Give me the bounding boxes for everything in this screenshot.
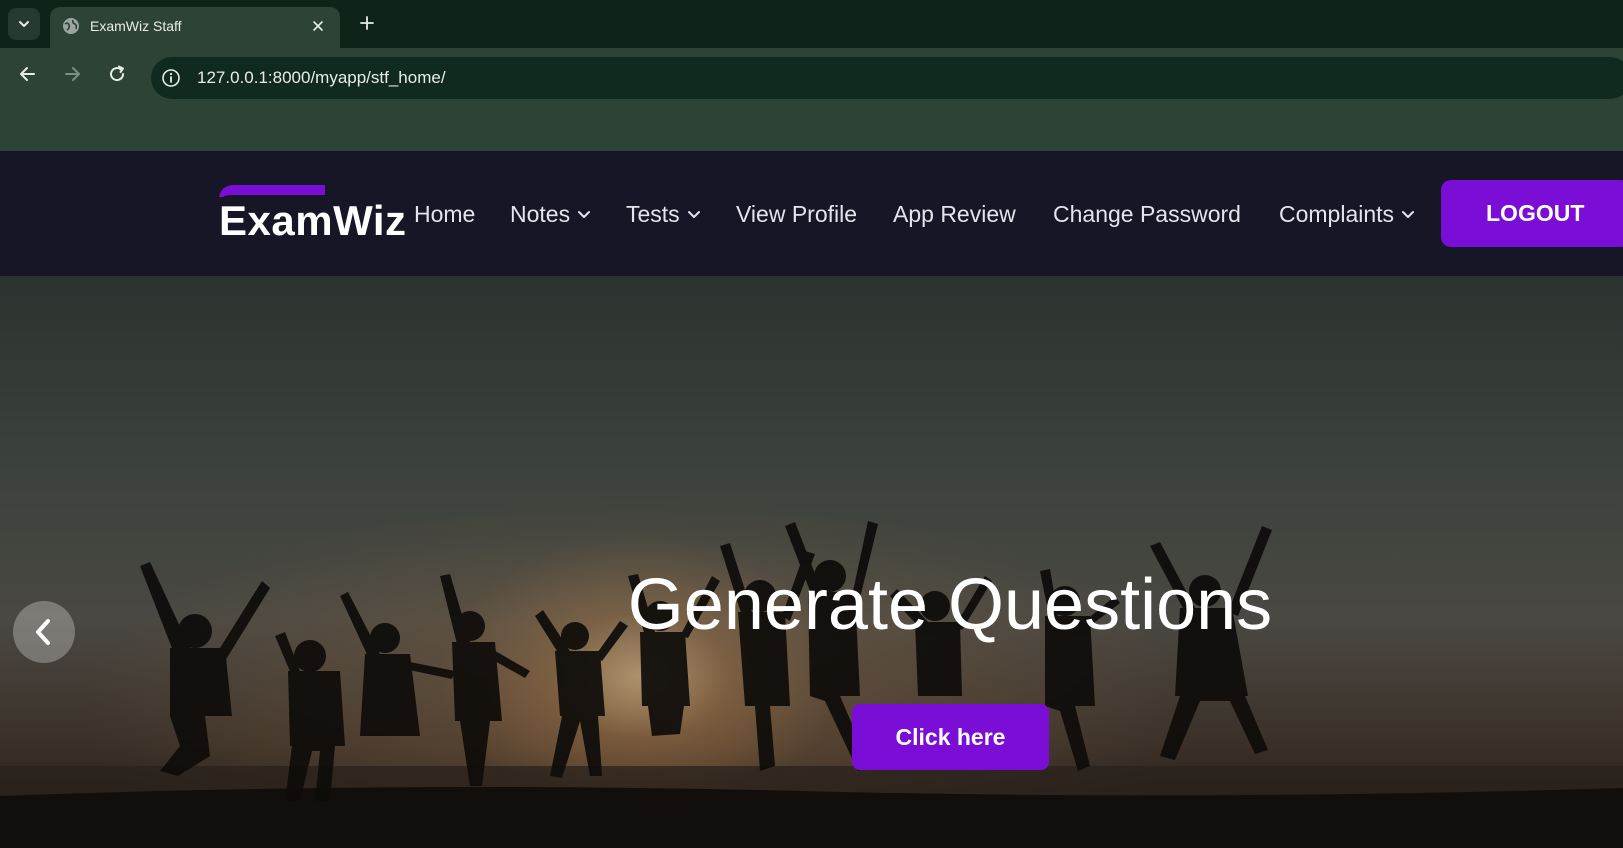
nav-tests[interactable]: Tests (626, 201, 701, 228)
nav-complaints[interactable]: Complaints (1279, 201, 1415, 228)
browser-toolbar: 127.0.0.1:8000/myapp/stf_home/ (0, 48, 1623, 100)
new-tab-button[interactable] (355, 11, 379, 35)
chevron-down-icon (578, 210, 591, 218)
reload-button[interactable] (103, 60, 131, 88)
globe-icon (63, 18, 79, 34)
nav-app-review-label: App Review (893, 201, 1016, 227)
address-bar[interactable]: 127.0.0.1:8000/myapp/stf_home/ (151, 57, 1623, 99)
plus-icon (360, 16, 374, 30)
arrow-left-icon (20, 67, 35, 81)
logo-swoosh (219, 185, 325, 197)
tab-close-button[interactable] (308, 16, 328, 36)
tab-title: ExamWiz Staff (90, 18, 182, 34)
tab-list-button[interactable] (8, 8, 40, 40)
carousel-prev-button[interactable] (13, 601, 75, 663)
nav-home[interactable]: Home (414, 201, 475, 228)
nav-change-password-label: Change Password (1053, 201, 1241, 227)
nav-notes-label: Notes (510, 201, 571, 227)
hero-cta-button[interactable]: Click here (852, 704, 1049, 770)
nav-view-profile-label: View Profile (736, 201, 858, 227)
nav-tests-label: Tests (626, 201, 680, 227)
nav-view-profile[interactable]: View Profile (736, 201, 857, 228)
nav-app-review[interactable]: App Review (893, 201, 1016, 228)
chevron-down-icon (687, 210, 700, 218)
site-header: ExamWiz Home Notes Tests View Profile Ap… (0, 151, 1623, 276)
info-icon[interactable] (161, 68, 181, 88)
nav-home-label: Home (414, 201, 476, 227)
chevron-down-icon (1402, 210, 1415, 218)
reload-icon (110, 65, 125, 82)
browser-tab[interactable]: ExamWiz Staff (50, 7, 340, 48)
nav-complaints-label: Complaints (1279, 201, 1395, 227)
site-logo[interactable]: ExamWiz (219, 185, 406, 244)
hero-carousel: Generate Questions Click here (0, 276, 1623, 848)
chevron-down-icon (19, 21, 29, 27)
nav-change-password[interactable]: Change Password (1053, 201, 1241, 228)
chevron-left-icon (36, 619, 50, 645)
close-icon (313, 21, 323, 31)
hero-title: Generate Questions (627, 565, 1273, 645)
browser-tab-bar: ExamWiz Staff (0, 0, 1623, 48)
forward-button[interactable] (58, 60, 86, 88)
back-button[interactable] (14, 60, 42, 88)
hero-background-image (0, 521, 1623, 848)
arrow-right-icon (65, 67, 80, 81)
nav-notes[interactable]: Notes (510, 201, 591, 228)
logo-text: ExamWiz (219, 197, 407, 244)
url-text[interactable]: 127.0.0.1:8000/myapp/stf_home/ (197, 68, 446, 88)
browser-bookmarks-bar (0, 100, 1623, 151)
logout-button[interactable]: LOGOUT (1441, 180, 1623, 247)
